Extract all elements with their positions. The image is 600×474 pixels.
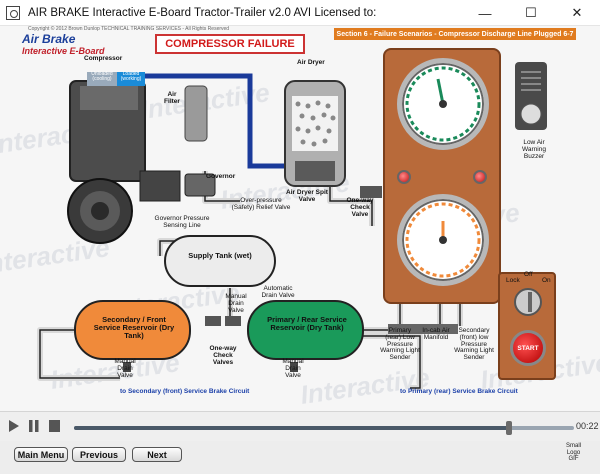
media-controls: 00:22: [0, 411, 600, 441]
primary-circuit-link[interactable]: to Primary (rear) Service Brake Circuit: [400, 388, 518, 395]
manual-drain-left-label: Manual Drain Valve: [114, 358, 136, 379]
warning-lamp-left: [397, 170, 411, 184]
secondary-circuit-link[interactable]: to Secondary (front) Service Brake Circu…: [120, 388, 249, 395]
manifold-label: In-cab Air Manifold: [422, 327, 450, 341]
maximize-button[interactable]: ☐: [508, 0, 554, 26]
check-valves-label: One-way Check Valves: [209, 345, 237, 366]
play-button[interactable]: [6, 418, 22, 434]
playback-time: 00:22: [576, 421, 599, 431]
loaded-tag: Loaded (working): [117, 71, 145, 86]
start-button[interactable]: START: [510, 330, 546, 366]
governor-line-label: Governor Pressure Sensing Line: [154, 215, 210, 229]
diagram-stage: Interactive Interactive Interactive Inte…: [0, 26, 600, 411]
air-dryer-label: Air Dryer: [297, 59, 325, 66]
knob-on-label: On: [542, 277, 551, 284]
seek-progress: [74, 426, 509, 430]
close-button[interactable]: ✕: [554, 0, 600, 26]
window-controls: — ☐ ✕: [462, 0, 600, 26]
pause-icon: [29, 420, 39, 432]
primary-sender-label: Primary (rear) Low Pressure Warning Ligh…: [380, 327, 420, 362]
gauge-panel: [383, 48, 501, 304]
manual-drain-top-label: Manual Drain Valve: [225, 293, 247, 314]
stop-button[interactable]: [46, 418, 62, 434]
window-titlebar: AIR BRAKE Interactive E-Board Tractor-Tr…: [0, 0, 600, 26]
seek-bar[interactable]: [74, 421, 574, 435]
air-filter-label: Air Filter: [164, 91, 180, 105]
unloaded-tag: Unloaded (cooling): [87, 71, 117, 86]
navigation-bar: Main Menu Previous Next Small Logo GIF: [0, 441, 600, 474]
minimize-button[interactable]: —: [462, 0, 508, 26]
warning-lamp-right: [473, 170, 487, 184]
next-button[interactable]: Next: [132, 447, 182, 462]
small-logo: Small Logo GIF: [566, 443, 582, 463]
compressor-label: Compressor: [84, 55, 123, 62]
automatic-drain-label: Automatic Drain Valve: [261, 285, 295, 299]
start-button-label: START: [517, 344, 539, 352]
governor-label: Governor: [206, 173, 236, 180]
supply-tank-label: Supply Tank (wet): [188, 251, 252, 260]
ignition-key-knob[interactable]: [514, 288, 542, 316]
manual-drain-right-label: Manual Drain Valve: [282, 358, 304, 379]
low-air-buzzer: [515, 62, 547, 130]
knob-off-label: Off: [524, 271, 533, 278]
ignition-panel: Lock Off On START: [498, 271, 556, 380]
main-menu-button[interactable]: Main Menu: [14, 447, 68, 462]
secondary-sender-label: Secondary (front) low Pressure Warning L…: [454, 327, 494, 362]
air-pressure-gauge: [397, 58, 489, 150]
pause-button[interactable]: [26, 418, 42, 434]
window-title: AIR BRAKE Interactive E-Board Tractor-Tr…: [28, 6, 377, 19]
play-icon: [9, 420, 19, 432]
brake-pressure-gauge: [397, 194, 489, 286]
secondary-reservoir-label: Secondary / Front Service Reservoir (Dry…: [93, 315, 175, 340]
seek-thumb[interactable]: [506, 421, 512, 435]
primary-reservoir-label: Primary / Rear Service Reservoir (Dry Ta…: [267, 315, 347, 332]
gauge-dial-icon: [405, 66, 481, 142]
app-icon: [6, 5, 20, 20]
gauge-dial-icon: [405, 202, 481, 278]
previous-button[interactable]: Previous: [72, 447, 126, 462]
relief-valve-label: Over-pressure (Safety) Relief Valve: [231, 197, 291, 211]
buzzer-icon: [520, 71, 542, 125]
knob-lock-label: Lock: [506, 277, 520, 284]
stop-icon: [49, 420, 60, 432]
buzzer-label: Low Air Warning Buzzer: [522, 139, 546, 160]
check-valve-label: One-way Check Valve: [346, 197, 374, 218]
